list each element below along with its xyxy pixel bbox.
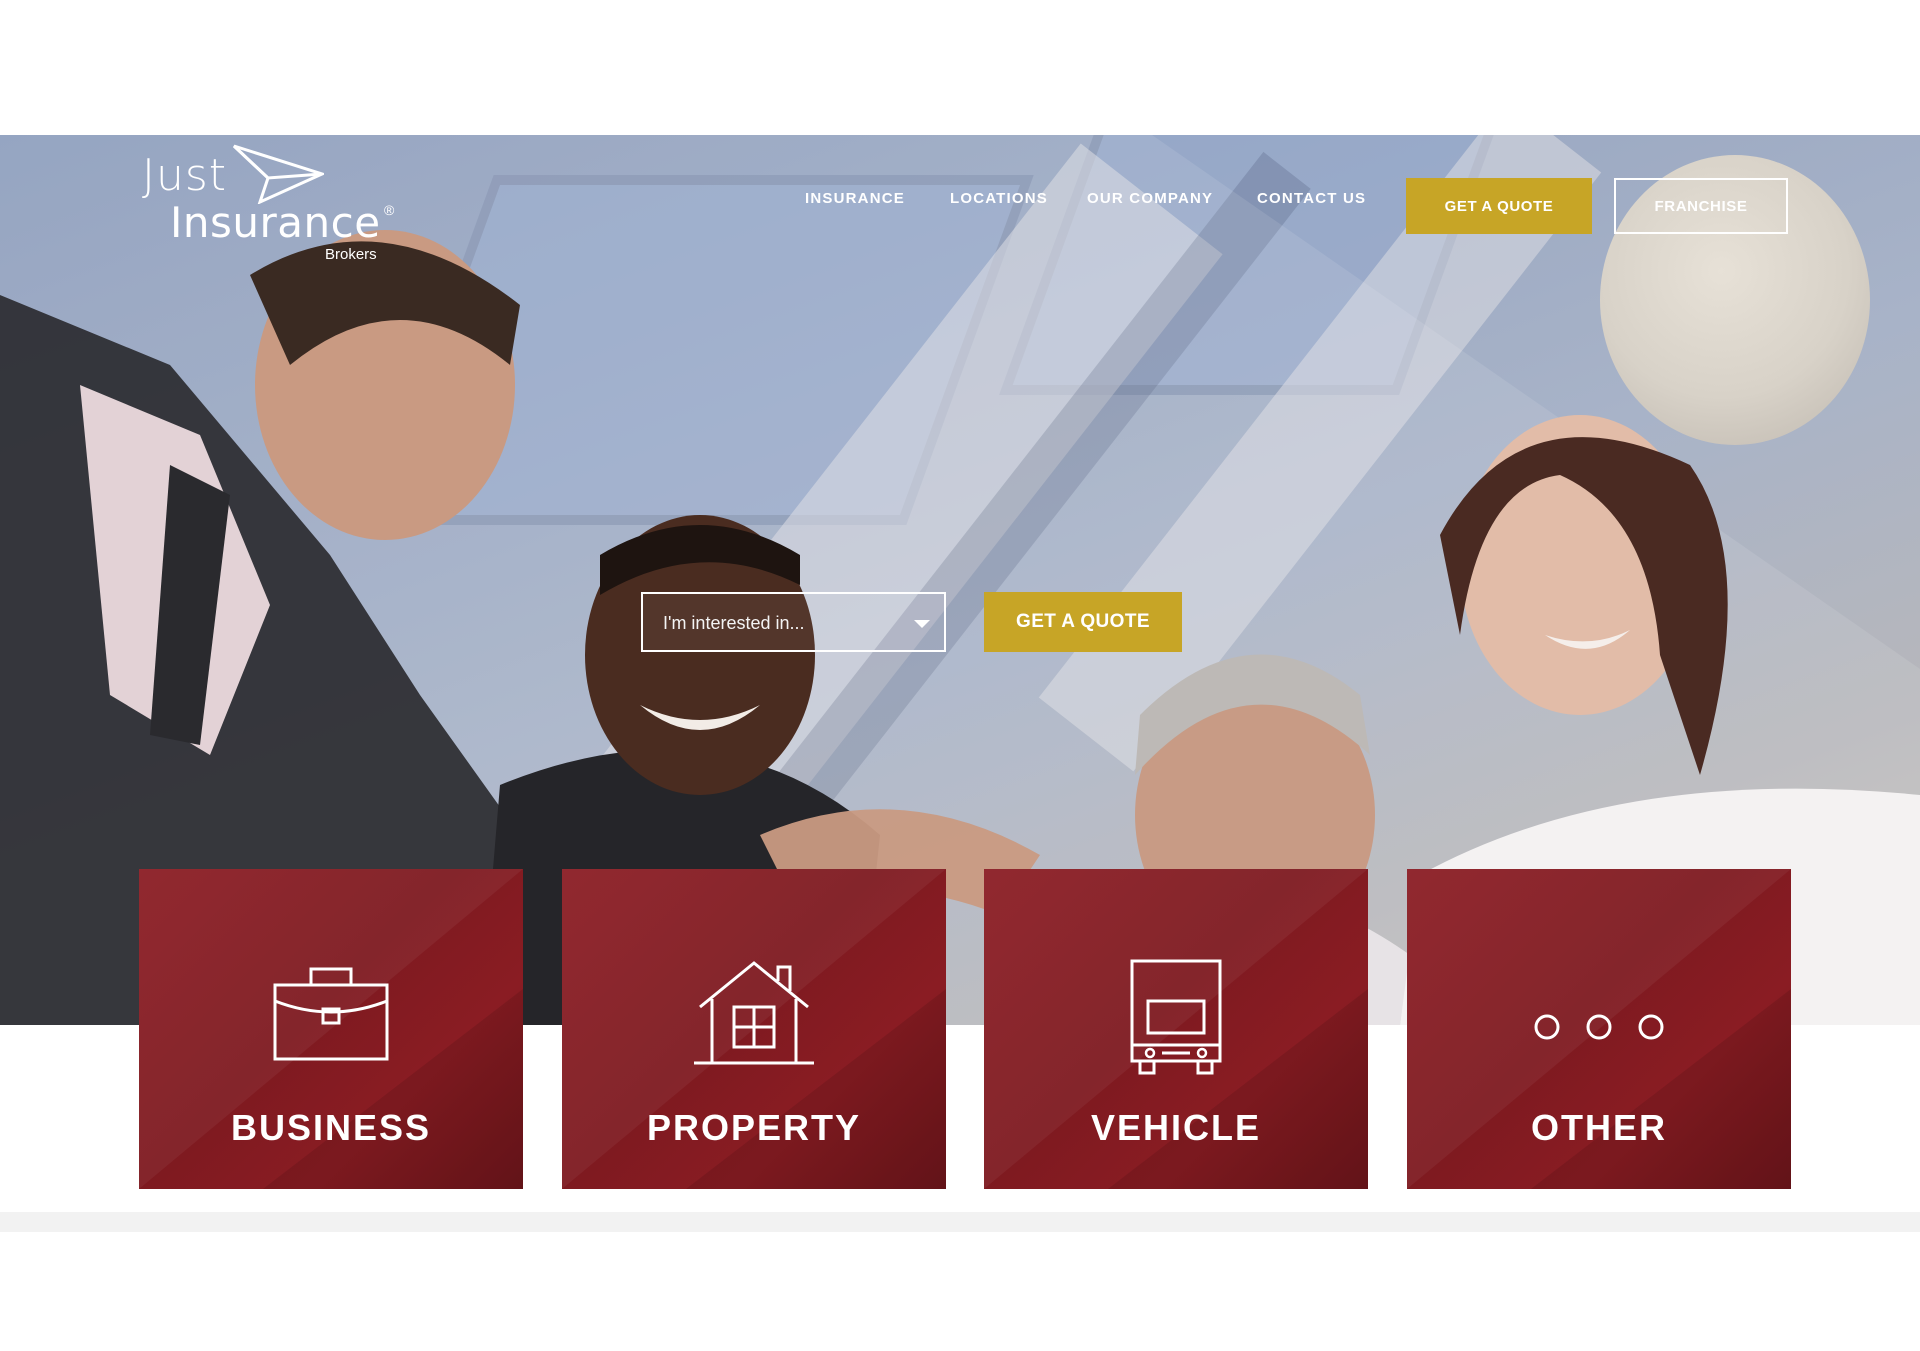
category-label-business: BUSINESS bbox=[230, 1107, 432, 1148]
section-divider bbox=[0, 1212, 1920, 1232]
nav-locations[interactable]: LOCATIONS bbox=[950, 190, 1048, 207]
franchise-button[interactable]: FRANCHISE bbox=[1614, 178, 1788, 234]
chevron-down-icon bbox=[914, 620, 930, 628]
category-card-property[interactable]: PROPERTY bbox=[562, 869, 946, 1189]
nav-our-company[interactable]: OUR COMPANY bbox=[1087, 190, 1213, 207]
nav-contact-us[interactable]: CONTACT US bbox=[1257, 190, 1366, 207]
category-card-business[interactable]: BUSINESS bbox=[139, 869, 523, 1189]
category-label-property: PROPERTY bbox=[646, 1107, 862, 1148]
nav-insurance[interactable]: INSURANCE bbox=[805, 190, 905, 207]
logo-text-just: Just bbox=[142, 150, 228, 201]
get-quote-nav-button[interactable]: GET A QUOTE bbox=[1406, 178, 1592, 234]
logo-text-insurance: Insurance bbox=[170, 198, 381, 247]
paper-plane-logo-icon bbox=[232, 144, 324, 204]
get-quote-hero-button[interactable]: GET A QUOTE bbox=[984, 592, 1182, 652]
category-card-vehicle[interactable]: VEHICLE bbox=[984, 869, 1368, 1189]
logo-text-brokers: Brokers bbox=[325, 246, 377, 263]
more-dots-icon bbox=[1407, 957, 1791, 1067]
brand-logo[interactable]: Just Insurance ® Brokers bbox=[140, 144, 410, 263]
category-label-other: OTHER bbox=[1531, 1107, 1667, 1148]
truck-icon bbox=[984, 957, 1368, 1075]
interest-select[interactable]: I'm interested in... bbox=[641, 592, 946, 652]
briefcase-icon bbox=[139, 957, 523, 1067]
registered-mark: ® bbox=[384, 202, 395, 218]
house-icon bbox=[562, 957, 946, 1067]
top-whitespace bbox=[0, 0, 1920, 135]
category-card-other[interactable]: OTHER bbox=[1407, 869, 1791, 1189]
category-label-vehicle: VEHICLE bbox=[1090, 1107, 1262, 1148]
interest-select-placeholder: I'm interested in... bbox=[663, 613, 805, 633]
